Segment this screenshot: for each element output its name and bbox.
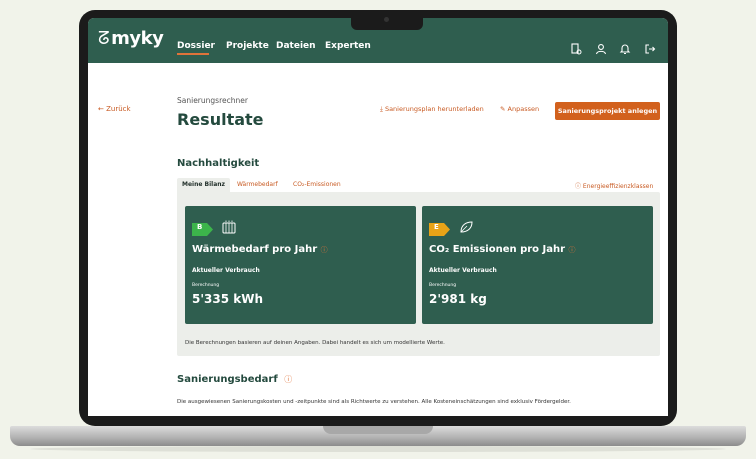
heater-icon: [221, 219, 237, 235]
download-label: Sanierungsplan herunterladen: [384, 105, 484, 113]
renovation-heading-text: Sanierungsbedarf: [177, 374, 278, 385]
energy-class-label: Energieeffizienzklassen: [582, 183, 654, 190]
card-value: 2'981 kg: [429, 292, 487, 306]
card-subtitle: Aktueller Verbrauch: [192, 267, 260, 274]
calculation-note: Die Berechnungen basieren auf deinen Ang…: [185, 340, 445, 346]
card-title-text: Wärmebedarf pro Jahr: [192, 244, 318, 255]
energy-class-badge: E: [429, 221, 450, 236]
info-icon: ⓘ: [575, 183, 583, 190]
bell-icon[interactable]: [619, 40, 631, 55]
logo[interactable]: ᘔ myky: [98, 28, 164, 49]
user-icon[interactable]: [595, 40, 607, 55]
nav-experten[interactable]: Experten: [325, 41, 371, 51]
breadcrumb: Sanierungsrechner: [177, 96, 248, 105]
card-title: Wärmebedarf pro Jahr ⓘ: [192, 244, 328, 255]
badge-letter: B: [197, 223, 203, 231]
camera-icon: [384, 17, 389, 22]
nav-dossier[interactable]: Dossier: [177, 41, 215, 51]
card-calc-label: Berechnung: [192, 283, 220, 288]
card-title: CO₂ Emissionen pro Jahr ⓘ: [429, 244, 576, 255]
card-title-text: CO₂ Emissionen pro Jahr: [429, 244, 566, 255]
edit-label: Anpassen: [507, 105, 540, 113]
create-project-button[interactable]: Sanierungsprojekt anlegen: [555, 102, 660, 120]
camera-notch: [351, 10, 423, 30]
sustainability-heading: Nachhaltigkeit: [177, 158, 260, 169]
card-subtitle: Aktueller Verbrauch: [429, 267, 497, 274]
download-link[interactable]: ⤓ Sanierungsplan herunterladen: [380, 105, 484, 114]
card-calc-label: Berechnung: [429, 283, 457, 288]
app-screen: ᘔ myky Dossier Projekte Dateien Experten …: [88, 18, 668, 416]
info-icon[interactable]: ⓘ: [284, 375, 292, 384]
energy-class-link[interactable]: ⓘ Energieeffizienzklassen: [575, 181, 653, 190]
tab-meine-bilanz[interactable]: Meine Bilanz: [177, 178, 231, 192]
logo-mark-icon: ᘔ: [98, 28, 110, 49]
info-icon[interactable]: ⓘ: [569, 246, 576, 254]
nav-dateien[interactable]: Dateien: [276, 41, 316, 51]
renovation-description: Die ausgewiesenen Sanierungskosten und -…: [177, 399, 571, 405]
energy-class-badge: B: [192, 221, 213, 236]
leaf-icon: [458, 219, 474, 235]
laptop-shadow: [30, 446, 726, 452]
badge-letter: E: [434, 223, 439, 231]
nav-projekte[interactable]: Projekte: [226, 41, 269, 51]
tab-co2-emissionen[interactable]: CO₂-Emissionen: [288, 178, 346, 192]
pencil-icon: ✎: [500, 105, 508, 113]
tab-waermebedarf[interactable]: Wärmebedarf: [232, 178, 283, 192]
page-title: Resultate: [177, 110, 264, 129]
heat-demand-card: B Wärmebedarf pro Jahr ⓘ Aktueller Verbr…: [185, 206, 416, 324]
back-link[interactable]: ← Zurück: [98, 105, 131, 113]
edit-link[interactable]: ✎ Anpassen: [500, 105, 539, 113]
laptop-base-notch: [323, 426, 433, 434]
renovation-heading: Sanierungsbedarf ⓘ: [177, 374, 292, 385]
logout-icon[interactable]: [644, 40, 656, 54]
document-settings-icon[interactable]: [570, 40, 582, 55]
info-icon[interactable]: ⓘ: [321, 246, 328, 254]
nav-active-indicator: [177, 53, 209, 55]
logo-text: myky: [111, 28, 164, 49]
card-value: 5'335 kWh: [192, 292, 264, 306]
co2-emissions-card: E CO₂ Emissionen pro Jahr ⓘ Aktueller Ve…: [422, 206, 653, 324]
